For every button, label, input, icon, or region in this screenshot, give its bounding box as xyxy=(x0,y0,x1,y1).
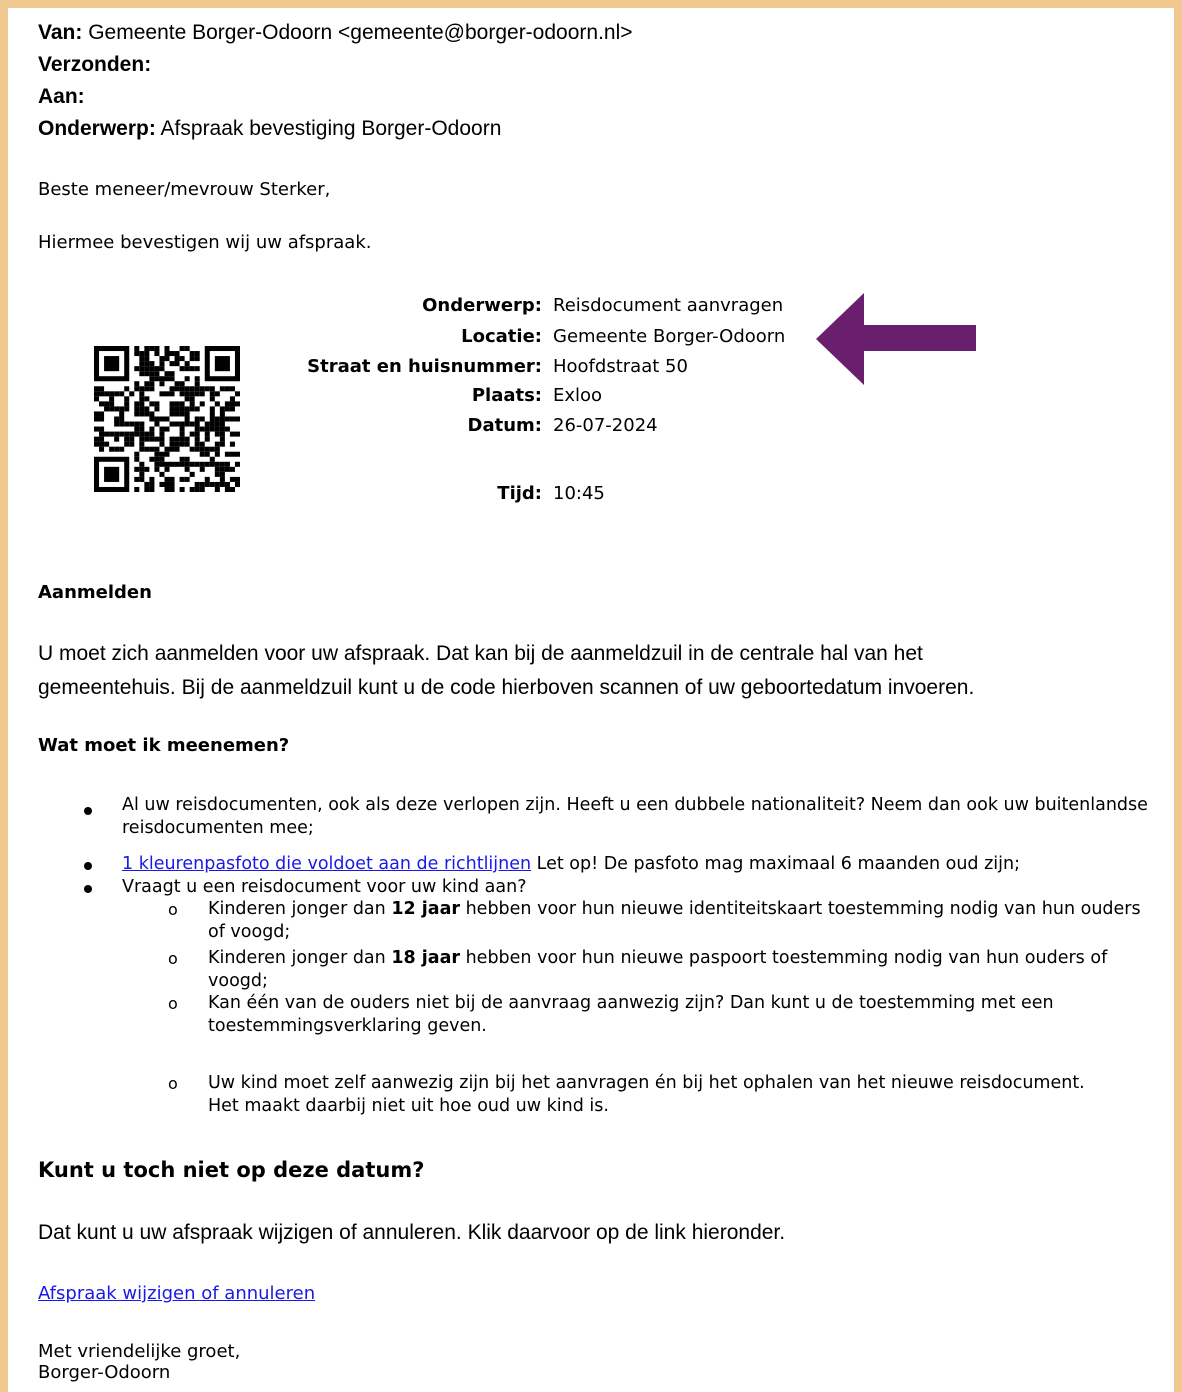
bring-heading: Wat moet ik meenemen? xyxy=(38,735,290,756)
sub-item-text: Kinderen jonger dan xyxy=(208,948,392,968)
register-heading: Aanmelden xyxy=(38,582,152,603)
detail-value-street: Hoofdstraat 50 xyxy=(553,356,688,377)
closing-line-1: Met vriendelijke groet, xyxy=(38,1341,241,1362)
bullet-icon xyxy=(84,862,92,870)
to-row: Aan: xyxy=(38,85,85,109)
bring-item-photo: 1 kleurenpasfoto die voldoet aan de rich… xyxy=(122,853,1162,876)
sub-item-emphasis: 12 jaar xyxy=(391,899,461,919)
detail-label-subject: Onderwerp: xyxy=(422,295,542,316)
from-label: Van: xyxy=(38,21,83,44)
detail-label-date: Datum: xyxy=(467,415,542,436)
arrow-left-icon xyxy=(816,293,976,385)
detail-value-place: Exloo xyxy=(553,385,603,406)
confirm-text: Hiermee bevestigen wij uw afspraak. xyxy=(38,232,372,253)
sent-label: Verzonden: xyxy=(38,53,152,76)
detail-value-date: 26-07-2024 xyxy=(553,415,658,436)
bring-item-child: Vraagt u een reisdocument voor uw kind a… xyxy=(122,877,527,897)
sub-bullet-icon: o xyxy=(168,949,178,968)
email-page: Van: Gemeente Borger-Odoorn <gemeente@bo… xyxy=(0,0,1182,1392)
sub-item-text: Kinderen jonger dan xyxy=(208,899,392,919)
sub-bullet-icon: o xyxy=(168,994,178,1013)
to-label: Aan: xyxy=(38,85,85,108)
detail-label-street: Straat en huisnummer: xyxy=(307,356,542,377)
sub-item-consent: Kan één van de ouders niet bij de aanvra… xyxy=(208,993,1054,1036)
register-line-1: U moet zich aanmelden voor uw afspraak. … xyxy=(38,642,923,665)
detail-label-time: Tijd: xyxy=(497,483,542,504)
detail-value-subject: Reisdocument aanvragen xyxy=(553,295,784,316)
from-value: Gemeente Borger-Odoorn <gemeente@borger-… xyxy=(88,21,633,44)
reschedule-heading: Kunt u toch niet op deze datum? xyxy=(38,1158,425,1182)
sent-row: Verzonden: xyxy=(38,53,151,77)
reschedule-text: Dat kunt u uw afspraak wijzigen of annul… xyxy=(38,1221,786,1244)
detail-label-location: Locatie: xyxy=(461,326,542,347)
detail-value-location: Gemeente Borger-Odoorn xyxy=(553,326,786,347)
sub-bullet-icon: o xyxy=(168,900,178,919)
sub-item-child-present: Uw kind moet zelf aanwezig zijn bij het … xyxy=(208,1073,1085,1116)
bring-item-documents: Al uw reisdocumenten, ook als deze verlo… xyxy=(122,795,1148,838)
closing-signature: Borger-Odoorn xyxy=(38,1362,171,1383)
subject-row: Onderwerp: Afspraak bevestiging Borger-O… xyxy=(38,117,501,141)
bullet-icon xyxy=(84,807,92,815)
reschedule-link[interactable]: Afspraak wijzigen of annuleren xyxy=(38,1283,315,1305)
sub-item-18-years: Kinderen jonger dan 18 jaar hebben voor … xyxy=(208,947,1158,993)
detail-label-place: Plaats: xyxy=(471,385,542,406)
subject-value: Afspraak bevestiging Borger-Odoorn xyxy=(160,117,502,140)
sub-item-12-years: Kinderen jonger dan 12 jaar hebben voor … xyxy=(208,898,1158,944)
sub-item-emphasis: 18 jaar xyxy=(391,948,461,968)
subject-label: Onderwerp: xyxy=(38,117,156,140)
from-row: Van: Gemeente Borger-Odoorn <gemeente@bo… xyxy=(38,21,633,45)
register-line-2: gemeentehuis. Bij de aanmeldzuil kunt u … xyxy=(38,676,975,699)
photo-note: Let op! De pasfoto mag maximaal 6 maande… xyxy=(531,854,1020,874)
bullet-icon xyxy=(84,885,92,893)
detail-value-time: 10:45 xyxy=(553,483,605,504)
greeting: Beste meneer/mevrouw Sterker, xyxy=(38,179,331,200)
photo-guidelines-link[interactable]: 1 kleurenpasfoto die voldoet aan de rich… xyxy=(122,854,531,874)
qr-code-icon xyxy=(94,346,240,492)
sub-bullet-icon: o xyxy=(168,1074,178,1093)
